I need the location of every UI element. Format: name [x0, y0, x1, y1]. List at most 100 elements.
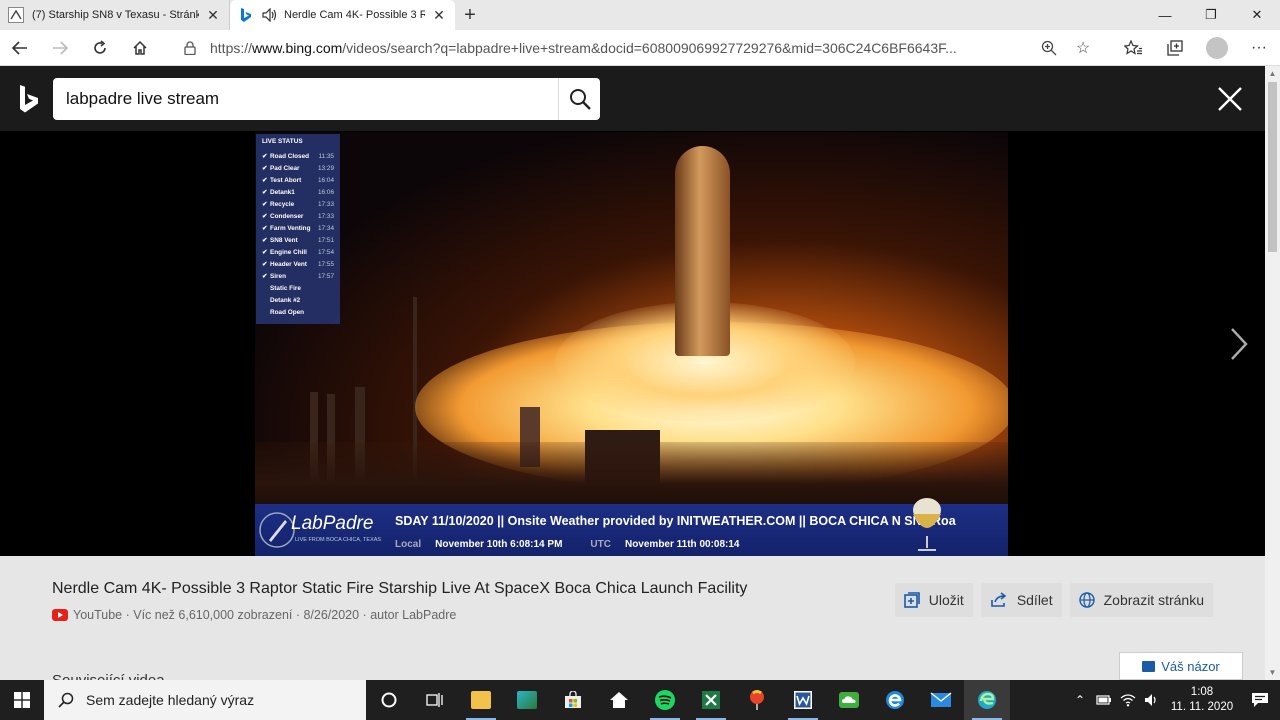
search-icon [569, 89, 591, 110]
status-label: Road Open [270, 308, 305, 316]
local-label: Local [395, 539, 422, 550]
tab-title: (7) Starship SN8 v Texasu - Stránka [32, 9, 199, 21]
maximize-icon[interactable]: ❐ [1188, 0, 1234, 30]
clock-date: 11. 11. 2020 [1170, 701, 1234, 713]
wifi-icon[interactable] [1116, 693, 1140, 707]
taskbar-clock[interactable]: 1:08 11. 11. 2020 [1164, 685, 1240, 715]
excel-icon[interactable] [688, 680, 734, 720]
save-button[interactable]: Uložit [894, 583, 973, 617]
share-button[interactable]: Sdílet [980, 583, 1062, 617]
forward-button[interactable] [40, 30, 80, 66]
feedback-button[interactable]: Váš názor [1119, 652, 1243, 680]
video-meta-text: YouTube · Víc než 6,610,000 zobrazení · … [73, 608, 457, 622]
file-explorer-icon[interactable] [458, 680, 504, 720]
lock-icon[interactable] [180, 41, 200, 55]
tab-starship-sn8[interactable]: (7) Starship SN8 v Texasu - Stránka ✕ [0, 0, 230, 30]
back-button[interactable] [0, 30, 40, 66]
favorite-star-icon[interactable]: ☆ [1066, 38, 1100, 58]
feedback-icon [1142, 660, 1156, 672]
scroll-up-icon[interactable]: ▲ [1265, 66, 1280, 81]
mail-icon[interactable] [918, 680, 964, 720]
url-path: /videos/search?q=labpadre+live+stream&do… [342, 40, 957, 56]
volume-icon[interactable] [1140, 693, 1164, 707]
labpadre-logo-sub: LIVE FROM BOCA CHICA, TEXAS [295, 537, 382, 543]
back-arrow-icon [12, 40, 27, 55]
news-ticker: LabPadre LIVE FROM BOCA CHICA, TEXAS SDA… [255, 498, 1008, 556]
next-video-chevron-icon[interactable] [1229, 326, 1249, 362]
taskbar-search[interactable]: Sem zadejte hledaný výraz [44, 680, 366, 720]
task-view-icon[interactable] [412, 680, 458, 720]
address-bar[interactable]: https://www.bing.com/videos/search?q=lab… [180, 34, 1100, 62]
status-time: 16:06 [318, 188, 334, 196]
status-row: ✔ SN8 Vent 17:51 [262, 236, 334, 245]
page-scrollbar[interactable]: ▲ ▼ [1265, 66, 1280, 680]
home-button[interactable] [120, 30, 160, 66]
more-menu-icon[interactable]: ··· [1238, 30, 1280, 66]
scroll-down-icon[interactable]: ▼ [1265, 665, 1280, 680]
tab-close-icon[interactable]: ✕ [431, 7, 447, 23]
scrollbar-thumb[interactable] [1268, 82, 1277, 252]
status-time: 11:35 [318, 152, 334, 160]
bing-video-overlay: LIVE STATUS ✔Road Closed11:35 ✔Pad Clear… [0, 66, 1265, 556]
ie-icon[interactable] [872, 680, 918, 720]
battery-icon[interactable] [1092, 694, 1116, 706]
profile-avatar[interactable] [1206, 37, 1228, 59]
spotify-icon[interactable] [642, 680, 688, 720]
video-player[interactable]: LIVE STATUS ✔ Road Closed 11:35 ✔ Pad Clear… [255, 132, 1008, 556]
utc-time: November 11th 00:08:14 [624, 539, 740, 550]
video-title[interactable]: Nerdle Cam 4K- Possible 3 Raptor Static … [52, 580, 747, 598]
share-label: Sdílet [1016, 592, 1053, 608]
close-window-icon[interactable]: ✕ [1234, 0, 1280, 30]
store-icon[interactable] [550, 680, 596, 720]
zoom-icon[interactable] [1032, 40, 1066, 56]
tab-favicon-icon [8, 7, 24, 23]
collections-icon[interactable] [1154, 30, 1196, 66]
status-time: 17:51 [318, 236, 334, 244]
tab-nerdle-cam[interactable]: Nerdle Cam 4K- Possible 3 Raptor ✕ [230, 0, 455, 30]
refresh-button[interactable] [80, 30, 120, 66]
new-tab-button[interactable]: + [455, 0, 485, 30]
save-icon [903, 592, 920, 608]
bing-search-box [53, 78, 600, 120]
status-label: Recycle [270, 200, 295, 208]
bing-logo-icon[interactable] [18, 84, 40, 114]
status-row: Static Fire [262, 282, 334, 294]
labpadre-logo: LabPadre [291, 513, 374, 534]
url-text: https://www.bing.com/videos/search?q=lab… [210, 40, 1032, 56]
status-row: ✔ Detank1 16:06 [262, 188, 334, 197]
status-label: Pad Clear [270, 164, 300, 172]
home-icon [133, 40, 147, 55]
status-label: Test Abort [270, 176, 302, 184]
word-icon[interactable] [780, 680, 826, 720]
video-info-panel: Nerdle Cam 4K- Possible 3 Raptor Static … [0, 556, 1265, 689]
favorites-icon[interactable] [1112, 30, 1154, 66]
clock-time: 1:08 [1190, 686, 1214, 698]
status-time: 17:33 [318, 200, 334, 208]
notification-icon[interactable] [1240, 692, 1280, 708]
status-label: SN8 Vent [270, 236, 298, 244]
view-page-button[interactable]: Zobrazit stránku [1069, 583, 1213, 617]
speaker-icon[interactable] [262, 7, 278, 23]
edge-icon[interactable] [964, 680, 1010, 720]
search-input[interactable] [53, 79, 558, 119]
balloon-app-icon[interactable] [734, 680, 780, 720]
cloud-app-icon[interactable] [826, 680, 872, 720]
trophy-glass-icon [913, 498, 941, 551]
search-button[interactable] [558, 78, 600, 120]
status-label: Detank1 [270, 188, 295, 196]
windows-taskbar: Sem zadejte hledaný výraz ⌃ 1:08 11. 11.… [0, 680, 1280, 720]
photo-app-icon[interactable] [504, 680, 550, 720]
start-button[interactable] [0, 680, 44, 720]
tab-close-icon[interactable]: ✕ [205, 7, 221, 23]
status-row: ✔ Header Vent 17:55 [262, 260, 334, 269]
bing-favicon-icon [238, 7, 254, 23]
windows-logo-icon [14, 692, 30, 708]
tray-chevron-icon[interactable]: ⌃ [1068, 693, 1092, 707]
view-page-label: Zobrazit stránku [1103, 592, 1204, 608]
status-time: 17:55 [318, 260, 334, 268]
minimize-icon[interactable]: — [1142, 0, 1188, 30]
close-overlay-icon[interactable] [1217, 86, 1243, 112]
toolbar-right: ··· [1112, 30, 1280, 66]
home-app-icon[interactable] [596, 680, 642, 720]
cortana-icon[interactable] [366, 680, 412, 720]
